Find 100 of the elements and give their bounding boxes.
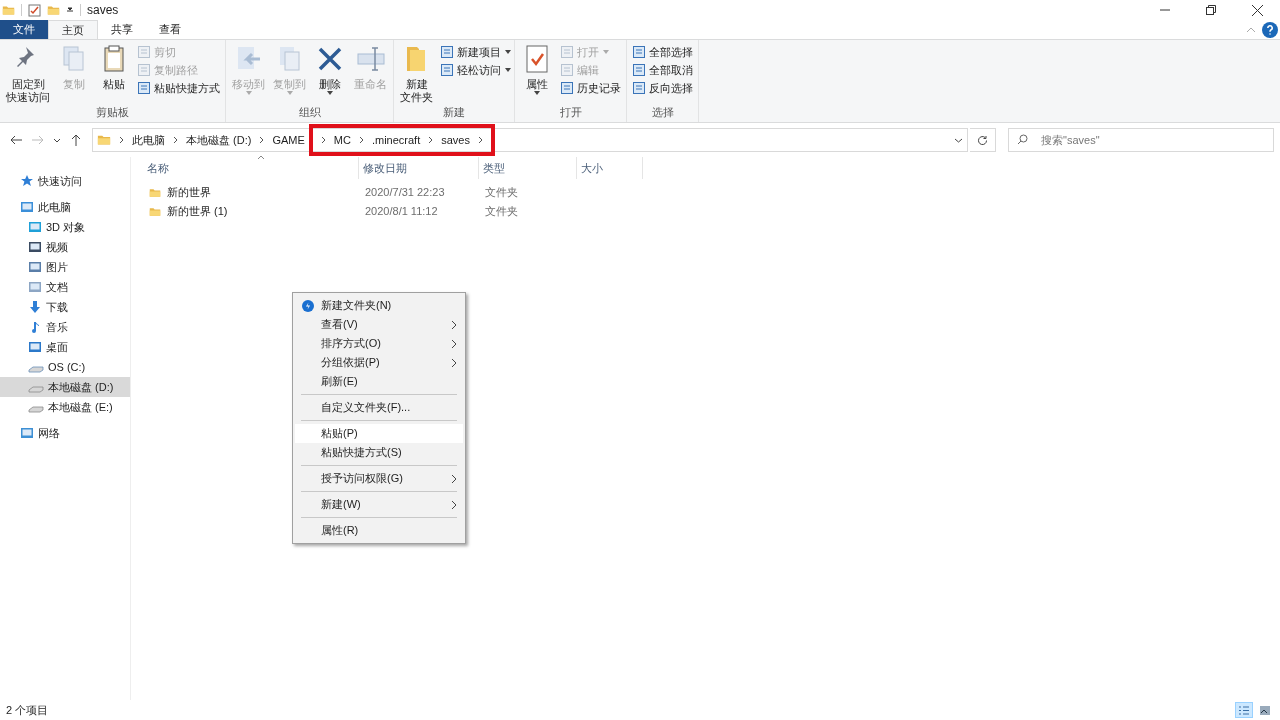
search-field[interactable]: 搜索"saves" (1008, 128, 1274, 152)
file-name[interactable]: 新的世界 (1) (167, 203, 228, 220)
caret-icon (53, 137, 61, 143)
table-cell-text: 2020/7/31 22:23 (364, 185, 446, 201)
nav-item[interactable]: 网络 (0, 423, 130, 443)
nav-item[interactable]: 本地磁盘 (E:) (0, 397, 130, 417)
nav-item[interactable]: 音乐 (0, 317, 130, 337)
ribbon-button[interactable]: 删除 (311, 43, 349, 91)
back-arrow-icon (10, 135, 22, 145)
group-label: 选择 (650, 104, 675, 120)
status-text: 2 个项目 (6, 702, 49, 718)
ribbon-button[interactable]: 粘贴快捷方式 (135, 79, 222, 97)
menu-item[interactable]: 刷新(E) (295, 372, 463, 391)
nav-item[interactable]: 此电脑 (0, 197, 130, 217)
menu-item[interactable]: 排序方式(O) (295, 334, 463, 353)
refresh-icon (977, 134, 988, 146)
nav-item[interactable]: 3D 对象 (0, 217, 130, 237)
chevron-icon (119, 136, 124, 144)
restore-icon (1206, 5, 1216, 15)
table-cell-text: 文件夹 (484, 204, 519, 220)
menu-item[interactable]: 自定义文件夹(F)... (295, 398, 463, 417)
ribbon-button[interactable]: 新建 文件夹 (397, 43, 436, 104)
menu-item[interactable]: 粘贴(P) (295, 424, 463, 443)
chevron-icon (173, 136, 178, 144)
up-arrow-icon (71, 134, 81, 146)
folder-icon (149, 205, 161, 218)
group-label: 新建 (442, 105, 466, 120)
minimize-icon (1160, 9, 1170, 11)
ribbon-icon (632, 81, 646, 95)
ribbon-tab[interactable]: 主页 (48, 20, 98, 39)
ribbon-button[interactable]: 反向选择 (630, 79, 695, 97)
forward-arrow-icon (32, 135, 44, 145)
image-icon (1259, 704, 1271, 716)
ribbon-tab[interactable]: 查看 (146, 20, 194, 39)
ribbon-icon (560, 81, 574, 95)
ribbon-button[interactable]: 属性 (518, 43, 556, 91)
file-name[interactable]: 新的世界 (167, 184, 211, 201)
column-header[interactable]: 名称 (143, 157, 359, 179)
window-title: saves (87, 2, 119, 19)
breadcrumb[interactable]: .minecraft (371, 131, 421, 149)
menu-item[interactable]: 授予访问权限(G) (295, 469, 463, 488)
menu-item[interactable]: 查看(V) (295, 315, 463, 334)
folder-icon (2, 3, 15, 17)
chevron-icon (358, 136, 364, 144)
folder-icon (47, 3, 60, 17)
ribbon-button[interactable]: 轻松访问 (438, 61, 503, 79)
ribbon-button[interactable]: 固定到 快速访问 (3, 43, 53, 104)
chevron-icon (477, 136, 483, 144)
ribbon-tab[interactable]: 共享 (98, 20, 146, 39)
breadcrumb[interactable]: 此电脑 (132, 131, 165, 149)
breadcrumb[interactable]: saves (441, 131, 470, 149)
collapse-caret-icon[interactable] (1246, 27, 1256, 33)
ribbon-tab[interactable]: 文件 (0, 20, 48, 39)
menu-item[interactable]: 分组依据(P) (295, 353, 463, 372)
ribbon-icon (137, 45, 151, 59)
nav-item[interactable]: OS (C:) (0, 357, 130, 377)
nav-item[interactable]: 桌面 (0, 337, 130, 357)
breadcrumb[interactable]: 本地磁盘 (D:) (186, 131, 252, 149)
ribbon-button[interactable]: 全部选择 (630, 43, 695, 61)
column-header[interactable]: 大小 (577, 157, 643, 179)
folder-icon (97, 133, 111, 147)
checkbox-icon[interactable] (28, 3, 41, 17)
ribbon-icon (440, 63, 454, 77)
dropdown-icon[interactable] (954, 137, 963, 143)
nav-item[interactable]: 本地磁盘 (D:) (0, 377, 130, 397)
menu-item[interactable]: 新建(W) (295, 495, 463, 514)
ribbon-button[interactable]: 新建项目 (438, 43, 503, 61)
group-label: 剪贴板 (95, 105, 130, 120)
nav-item[interactable]: 下载 (0, 297, 130, 317)
help-icon[interactable] (1262, 22, 1278, 38)
ribbon-button[interactable]: 历史记录 (558, 79, 623, 97)
nav-item[interactable]: 文档 (0, 277, 130, 297)
ribbon-button[interactable]: 粘贴 (95, 43, 133, 91)
download-arrow-icon (28, 300, 42, 314)
refresh-button[interactable] (970, 128, 996, 152)
dropdown-icon[interactable] (66, 6, 74, 14)
star-icon (20, 174, 34, 188)
menu-item[interactable]: 粘贴快捷方式(S) (295, 443, 463, 462)
sort-caret-icon (257, 155, 265, 160)
details-view-button[interactable] (1235, 702, 1253, 718)
nav-item[interactable]: 图片 (0, 257, 130, 277)
group-label: 打开 (558, 104, 583, 120)
chevron-icon (320, 136, 326, 144)
table-cell-text: 文件夹 (484, 185, 519, 201)
nav-item[interactable]: 视频 (0, 237, 130, 257)
search-icon (1017, 134, 1028, 145)
column-header[interactable]: 类型 (479, 157, 577, 179)
folder-icon (149, 186, 161, 199)
group-label: 组织 (297, 104, 322, 120)
menu-item[interactable]: 新建文件夹(N) (295, 296, 463, 315)
chevron-icon (428, 136, 434, 144)
breadcrumb[interactable]: GAME (272, 131, 305, 149)
ribbon-button[interactable]: 全部取消 (630, 61, 695, 79)
menu-item[interactable]: 属性(R) (295, 521, 463, 540)
close-icon (1251, 4, 1263, 16)
ribbon-icon (632, 45, 646, 59)
nav-item[interactable]: 快速访问 (0, 171, 130, 191)
column-header[interactable]: 修改日期 (359, 157, 479, 179)
ribbon-icon (137, 63, 151, 77)
breadcrumb[interactable]: MC (333, 131, 351, 149)
